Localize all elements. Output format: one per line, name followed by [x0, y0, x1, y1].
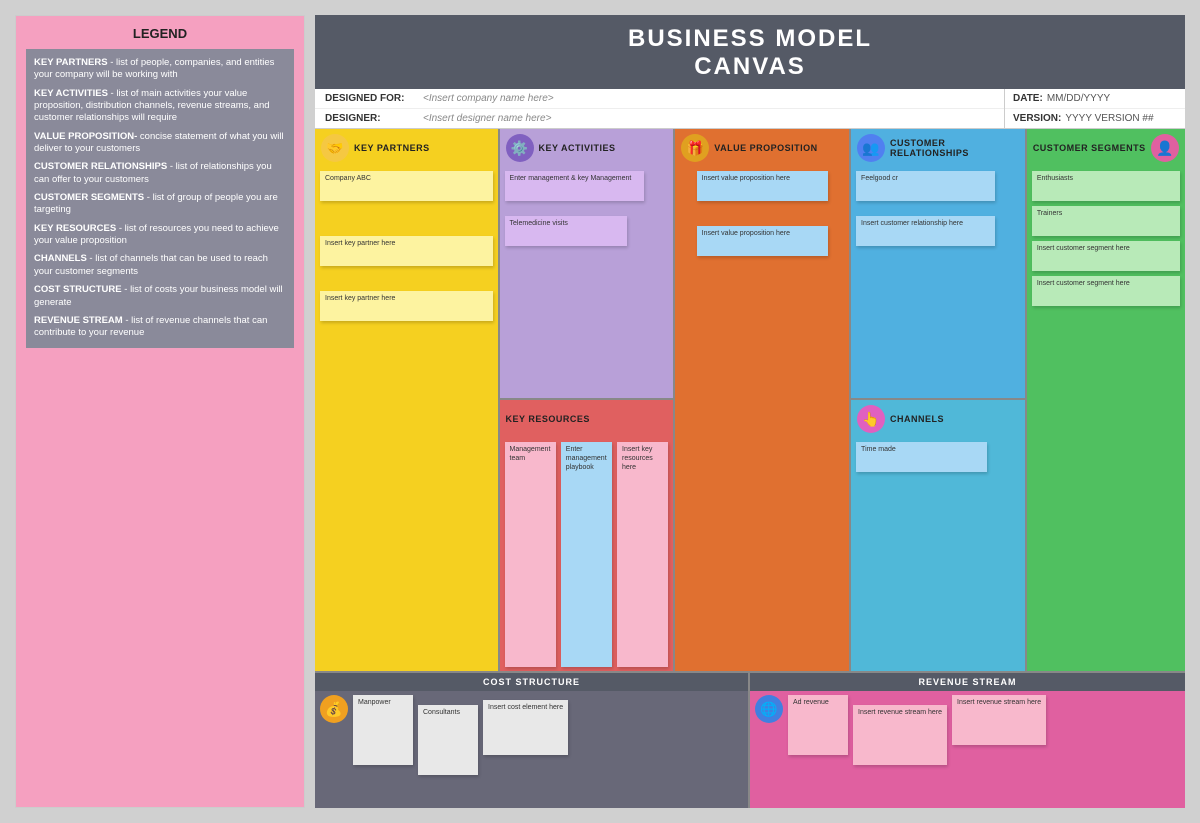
cost-note-3[interactable]: Insert cost element here [483, 700, 568, 755]
canvas-body: 🤝 KEY PARTNERS Company ABC Insert key pa… [315, 129, 1185, 808]
cr-title: CUSTOMER RELATIONSHIPS [890, 138, 1019, 158]
meta-version: VERSION: YYYY VERSION ## [1005, 109, 1185, 128]
cost-note-2[interactable]: Consultants [418, 705, 478, 775]
legend-item-cs: CUSTOMER SEGMENTS - list of group of peo… [34, 192, 286, 217]
cell-customer-segments: CUSTOMER SEGMENTS 👤 Enthusiasts Trainers… [1027, 129, 1185, 671]
cost-note-1[interactable]: Manpower [353, 695, 413, 765]
legend-body: KEY PARTNERS - list of people, companies… [26, 49, 294, 348]
rev-note-1[interactable]: Ad revenue [788, 695, 848, 755]
meta-left: DESIGNED FOR: <Insert company name here>… [315, 89, 1005, 128]
ka-note-2[interactable]: Telemedicine visits [505, 216, 628, 246]
kp-note-1[interactable]: Company ABC [320, 171, 493, 201]
kp-title: KEY PARTNERS [354, 143, 430, 153]
cs-note-1[interactable]: Enthusiasts [1032, 171, 1180, 201]
cell-revenue-stream: REVENUE STREAM 🌐 Ad revenue Insert reven… [750, 673, 1185, 808]
vp-note-1[interactable]: Insert value proposition here [697, 171, 828, 201]
rev-icon: 🌐 [755, 695, 783, 723]
vp-icon: 🎁 [681, 134, 709, 162]
cr-note-2[interactable]: Insert customer relationship here [856, 216, 995, 246]
cs-body: Enthusiasts Trainers Insert customer seg… [1027, 167, 1185, 671]
cell-cost-structure: COST STRUCTURE 💰 Manpower Consultants In… [315, 673, 750, 808]
cr-icon: 👥 [857, 134, 885, 162]
legend-item-ka: KEY ACTIVITIES - list of main activities… [34, 88, 286, 125]
vp-note-2[interactable]: Insert value proposition here [697, 226, 828, 256]
meta-row: DESIGNED FOR: <Insert company name here>… [315, 89, 1185, 129]
canvas-header: BUSINESS MODEL CANVAS [315, 15, 1185, 89]
cell-channels: 👆 CHANNELS Time made [851, 400, 1027, 671]
kr-note-2[interactable]: Enter management playbook [561, 442, 612, 667]
vp-title: VALUE PROPOSITION [714, 143, 817, 153]
ka-title: KEY ACTIVITIES [539, 143, 616, 153]
rev-body: 🌐 Ad revenue Insert revenue stream here … [750, 691, 1185, 808]
meta-designed-for: DESIGNED FOR: <Insert company name here> [315, 89, 1004, 109]
kp-header: 🤝 KEY PARTNERS [315, 129, 498, 167]
legend-item-kr: KEY RESOURCES - list of resources you ne… [34, 223, 286, 248]
cs-header: CUSTOMER SEGMENTS 👤 [1027, 129, 1185, 167]
ch-title: CHANNELS [890, 414, 944, 424]
cs-note-4[interactable]: Insert customer segment here [1032, 276, 1180, 306]
legend-item-vp: VALUE PROPOSITION- concise statement of … [34, 131, 286, 156]
legend-item-kp: KEY PARTNERS - list of people, companies… [34, 57, 286, 82]
ka-note-1[interactable]: Enter management & key Management [505, 171, 644, 201]
cell-key-activities: ⚙️ KEY ACTIVITIES Enter management & key… [500, 129, 676, 400]
vp-header: 🎁 VALUE PROPOSITION [675, 129, 849, 167]
meta-date: DATE: MM/DD/YYYY [1005, 89, 1185, 109]
rev-header: REVENUE STREAM [750, 673, 1185, 691]
ka-header: ⚙️ KEY ACTIVITIES [500, 129, 674, 167]
legend-item-ch: CHANNELS - list of channels that can be … [34, 253, 286, 278]
meta-designer: DESIGNER: <Insert designer name here> [315, 109, 1004, 128]
meta-right: DATE: MM/DD/YYYY VERSION: YYYY VERSION #… [1005, 89, 1185, 128]
ka-icon: ⚙️ [506, 134, 534, 162]
ka-body: Enter management & key Management Teleme… [500, 167, 674, 398]
ch-icon: 👆 [857, 405, 885, 433]
cr-body: Feelgood cr Insert customer relationship… [851, 167, 1025, 398]
kp-body: Company ABC Insert key partner here Inse… [315, 167, 498, 671]
cell-key-resources: KEY RESOURCES Management team Enter mana… [500, 400, 676, 671]
cost-icon: 💰 [320, 695, 348, 723]
cs-title: CUSTOMER SEGMENTS [1033, 143, 1146, 153]
rev-note-2[interactable]: Insert revenue stream here [853, 705, 947, 765]
cr-note-1[interactable]: Feelgood cr [856, 171, 995, 201]
cost-header: COST STRUCTURE [315, 673, 748, 691]
kr-title: KEY RESOURCES [506, 414, 590, 424]
legend-title: LEGEND [26, 26, 294, 41]
legend-panel: LEGEND KEY PARTNERS - list of people, co… [15, 15, 305, 808]
ch-note-1[interactable]: Time made [856, 442, 987, 472]
cell-customer-relationships: 👥 CUSTOMER RELATIONSHIPS Feelgood cr Ins… [851, 129, 1027, 400]
kp-note-3[interactable]: Insert key partner here [320, 291, 493, 321]
cs-icon: 👤 [1151, 134, 1179, 162]
main-grid: 🤝 KEY PARTNERS Company ABC Insert key pa… [315, 129, 1185, 673]
kp-icon: 🤝 [321, 134, 349, 162]
kr-body: Management team Enter management playboo… [500, 438, 674, 671]
canvas-panel: BUSINESS MODEL CANVAS DESIGNED FOR: <Ins… [315, 15, 1185, 808]
bottom-row: COST STRUCTURE 💰 Manpower Consultants In… [315, 673, 1185, 808]
cell-key-partners: 🤝 KEY PARTNERS Company ABC Insert key pa… [315, 129, 500, 671]
cs-note-2[interactable]: Trainers [1032, 206, 1180, 236]
kp-note-2[interactable]: Insert key partner here [320, 236, 493, 266]
cell-value-proposition: 🎁 VALUE PROPOSITION Insert value proposi… [675, 129, 851, 671]
cr-header: 👥 CUSTOMER RELATIONSHIPS [851, 129, 1025, 167]
canvas-title: BUSINESS MODEL CANVAS [315, 25, 1185, 81]
cs-note-3[interactable]: Insert customer segment here [1032, 241, 1180, 271]
kr-note-1[interactable]: Management team [505, 442, 556, 667]
kr-note-3[interactable]: Insert key resources here [617, 442, 668, 667]
ch-body: Time made [851, 438, 1025, 671]
vp-body: Insert value proposition here Insert val… [675, 167, 849, 671]
legend-item-cost: COST STRUCTURE - list of costs your busi… [34, 284, 286, 309]
rev-note-3[interactable]: Insert revenue stream here [952, 695, 1046, 745]
legend-item-cr: CUSTOMER RELATIONSHIPS - list of relatio… [34, 161, 286, 186]
ch-header: 👆 CHANNELS [851, 400, 1025, 438]
cost-body: 💰 Manpower Consultants Insert cost eleme… [315, 691, 748, 808]
legend-item-rev: REVENUE STREAM - list of revenue channel… [34, 315, 286, 340]
kr-header: KEY RESOURCES [500, 400, 674, 438]
